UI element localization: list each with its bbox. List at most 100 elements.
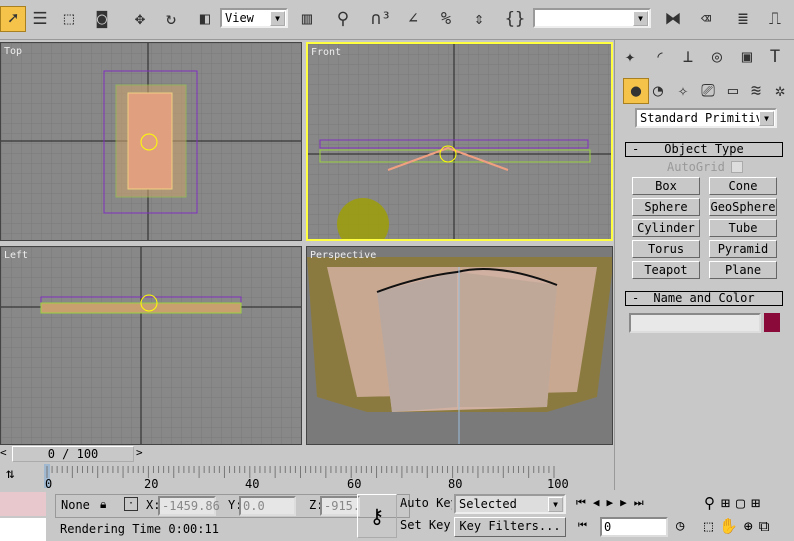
geosphere-button[interactable]: GeoSphere [709, 198, 777, 216]
viewport-left[interactable]: Left [0, 246, 302, 445]
time-slider[interactable]: 0 / 100 [12, 446, 134, 462]
set-key-icon[interactable]: ⚷ [357, 494, 397, 538]
lock-icon[interactable]: 🔒︎ [100, 497, 106, 512]
maximize-viewport-icon[interactable]: ⧉ [759, 517, 776, 535]
space-warps-icon[interactable]: ≋ [743, 78, 769, 104]
name-color-rollout-header[interactable]: - Name and Color [625, 291, 783, 306]
category-dropdown[interactable]: Standard Primitiv ▼ [635, 108, 777, 128]
maxscript-listener[interactable] [0, 492, 46, 516]
top-grid [1, 43, 301, 240]
prev-frame-arrow[interactable]: < [0, 446, 10, 462]
play-icon[interactable]: ▶ [607, 496, 621, 509]
plane-button[interactable]: Plane [709, 261, 777, 279]
display-icon[interactable]: ▣ [734, 44, 760, 70]
viewport-nav-row2: ⬚✋⊕⧉ [704, 517, 775, 535]
mirror-icon[interactable]: ⧓ [660, 6, 686, 32]
region-zoom-icon[interactable]: ⬚ [704, 517, 719, 535]
chevron-down-icon: ▼ [759, 111, 774, 126]
command-panel: ✦ ◜ ⊥ ◎ ▣ T ● ◔ ✧ ⎚ ▭ ≋ ✲ Standard Primi… [614, 40, 794, 490]
left-grid [1, 247, 301, 444]
chevron-down-icon: ▼ [633, 11, 648, 26]
hierarchy-icon[interactable]: ⊥ [675, 44, 701, 70]
curve-editor-mini-icon[interactable]: ⇅ [6, 466, 14, 482]
selection-count: None [61, 498, 90, 512]
perspective-scene [307, 257, 612, 444]
y-coord-input[interactable]: 0.0 [239, 496, 296, 516]
arc-rotate-icon[interactable]: ⊕ [744, 517, 759, 535]
pan-icon[interactable]: ✋ [719, 517, 744, 535]
utilities-icon[interactable]: T [762, 44, 788, 70]
cylinder-button[interactable]: Cylinder [632, 219, 700, 237]
ref-coord-select[interactable]: View ▼ [220, 8, 288, 28]
cone-button[interactable]: Cone [709, 177, 777, 195]
move-icon[interactable]: ✥ [127, 6, 153, 32]
key-mode-select[interactable]: Selected ▼ [454, 494, 566, 514]
zoom-extents-icon[interactable]: ▢ [736, 494, 751, 512]
tube-button[interactable]: Tube [709, 219, 777, 237]
rotate-icon[interactable]: ↻ [158, 6, 184, 32]
percent-snap-icon[interactable]: % [433, 6, 459, 32]
spinner-snap-icon[interactable]: ⇕ [466, 6, 492, 32]
trackbar-ticks: /* placeholder */ [44, 464, 555, 488]
select-by-name-icon[interactable]: ☰ [27, 6, 53, 32]
motion-icon[interactable]: ◎ [704, 44, 730, 70]
viewport-front[interactable]: Front [306, 42, 613, 241]
viewport-perspective[interactable]: Perspective [306, 246, 613, 445]
zoom-all-icon[interactable]: ⊞ [721, 494, 736, 512]
chevron-down-icon: ▼ [548, 497, 563, 512]
autogrid-checkbox[interactable] [731, 161, 743, 173]
maxscript-input[interactable] [0, 518, 46, 541]
main-toolbar: ➚ ☰ ⬚ ◙ ✥ ↻ ◧ View ▼ ▥ ⚲ ∩³ ∠ % ⇕ {} ▼ ⧓ … [0, 0, 794, 40]
zoom-icon[interactable]: ⚲ [704, 494, 721, 512]
modify-icon[interactable]: ◜ [647, 44, 673, 70]
playback-controls: ⏮◀▶▶⏭ [576, 496, 651, 510]
viewport-top[interactable]: Top [0, 42, 302, 241]
set-key-button[interactable]: Set Key [400, 518, 452, 536]
align-icon[interactable]: ⌫ [693, 6, 719, 32]
sphere-button[interactable]: Sphere [632, 198, 700, 216]
named-selection-input[interactable]: ▼ [533, 8, 651, 28]
current-frame-input[interactable]: 0 [600, 517, 668, 537]
pivot-center-icon[interactable]: ▥ [294, 6, 320, 32]
go-to-end-icon[interactable]: ⏭ [634, 496, 651, 509]
shapes-icon[interactable]: ◔ [645, 78, 671, 104]
key-filters-button[interactable]: Key Filters... [454, 517, 566, 537]
go-to-start-icon[interactable]: ⏮ [576, 496, 593, 509]
trackbar[interactable]: /* placeholder */ 0 20 40 60 80 100 [44, 464, 608, 492]
time-config-icon[interactable]: ◷ [676, 518, 684, 534]
scale-icon[interactable]: ◧ [192, 6, 218, 32]
angle-snap-icon[interactable]: ∠ [400, 6, 426, 32]
rect-selection-icon[interactable]: ⬚ [56, 6, 82, 32]
z-coord-input[interactable]: -915. [320, 496, 360, 516]
lights-icon[interactable]: ✧ [670, 78, 696, 104]
named-selection-icon[interactable]: {} [502, 6, 528, 32]
key-mode-toggle-icon[interactable]: ⏮ [578, 520, 587, 531]
create-icon[interactable]: ✦ [617, 44, 643, 70]
rendering-time: Rendering Time 0:00:11 [60, 522, 219, 536]
autogrid-label: AutoGrid [667, 160, 725, 174]
auto-key-button[interactable]: Auto Key [400, 496, 452, 514]
next-frame-icon[interactable]: ▶ [620, 496, 634, 509]
window-crossing-icon[interactable]: ◙ [89, 6, 115, 32]
chevron-down-icon: ▼ [270, 11, 285, 26]
select-arrow-icon[interactable]: ➚ [0, 6, 26, 32]
systems-icon[interactable]: ✲ [767, 78, 793, 104]
object-color-swatch[interactable] [764, 313, 780, 332]
prev-frame-icon[interactable]: ◀ [593, 496, 607, 509]
curve-editor-icon[interactable]: ⎍ [762, 6, 788, 32]
object-name-input[interactable] [629, 313, 761, 333]
pyramid-button[interactable]: Pyramid [709, 240, 777, 258]
zoom-extents-all-icon[interactable]: ⊞ [751, 494, 766, 512]
x-coord-input[interactable]: -1459.86 [158, 496, 220, 516]
absolute-mode-icon[interactable]: · [124, 497, 138, 511]
torus-button[interactable]: Torus [632, 240, 700, 258]
layers-icon[interactable]: ≣ [730, 6, 756, 32]
box-button[interactable]: Box [632, 177, 700, 195]
viewport-nav-row1: ⚲⊞▢⊞ [704, 494, 766, 512]
next-frame-arrow[interactable]: > [136, 446, 146, 462]
snap-3-icon[interactable]: ∩³ [368, 6, 394, 32]
cameras-icon[interactable]: ⎚ [695, 78, 721, 104]
teapot-button[interactable]: Teapot [632, 261, 700, 279]
object-type-rollout-header[interactable]: - Object Type [625, 142, 783, 157]
link-icon[interactable]: ⚲ [330, 6, 356, 32]
